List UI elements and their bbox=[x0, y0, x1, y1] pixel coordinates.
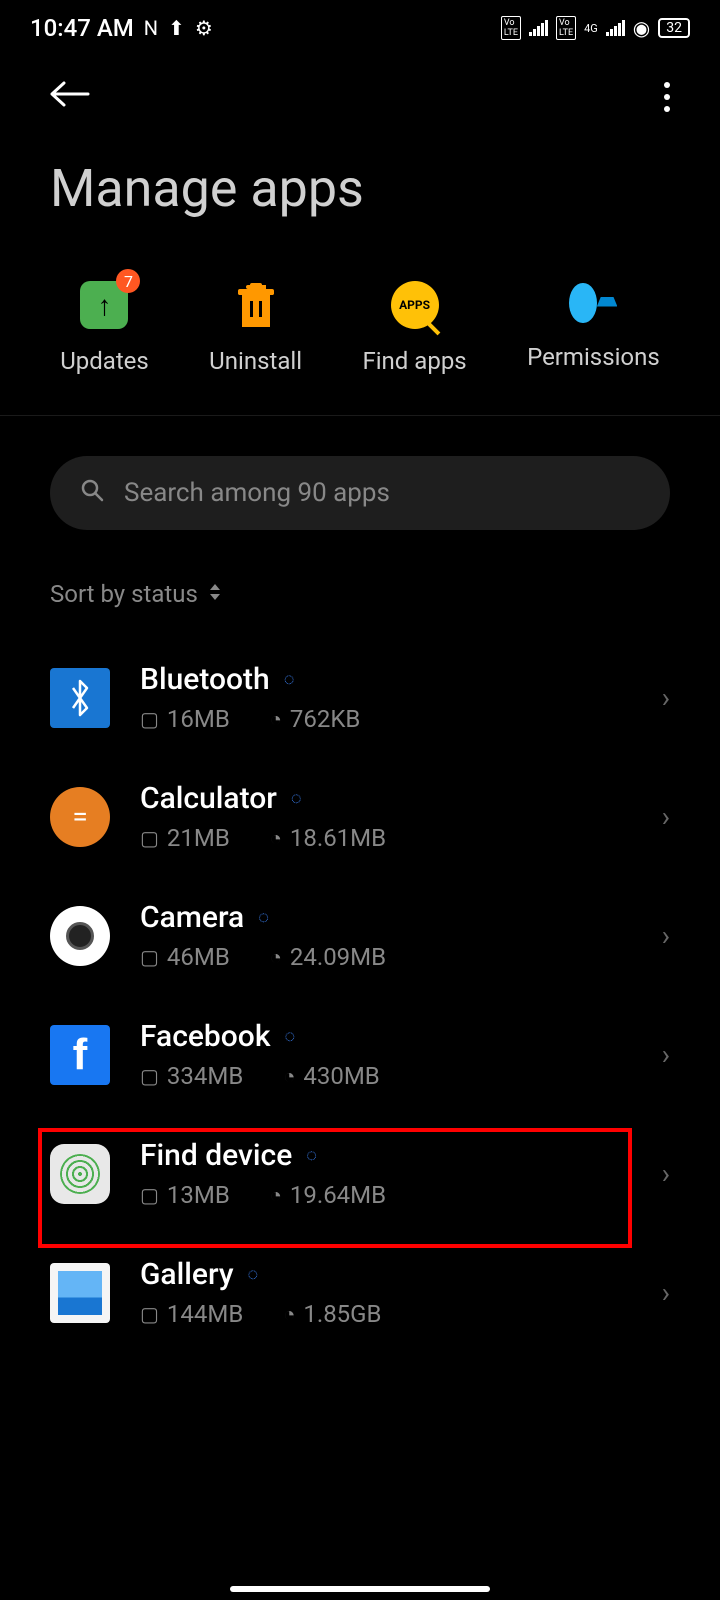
storage-icon: ▢ bbox=[140, 826, 159, 850]
chevron-right-icon: › bbox=[662, 919, 670, 952]
signal-icon-2 bbox=[606, 20, 625, 36]
loading-icon: ◌ bbox=[306, 1145, 317, 1166]
sort-arrows-icon bbox=[208, 582, 222, 606]
status-time: 10:47 AM bbox=[30, 14, 134, 42]
status-bar: 10:47 AM N ⬆ ⚙ VoLTE VoLTE 4G ◉ 32 bbox=[0, 0, 720, 56]
find-device-app-icon bbox=[50, 1144, 110, 1204]
data-icon: ◔ bbox=[283, 1302, 295, 1327]
data-icon: ◔ bbox=[283, 1064, 295, 1089]
page-title: Manage apps bbox=[0, 128, 720, 259]
app-item-facebook[interactable]: f Facebook ◌ ▢ 334MB ◔ 430MB › bbox=[0, 995, 720, 1114]
app-item-calculator[interactable]: = Calculator ◌ ▢ 21MB ◔ 18.61MB › bbox=[0, 757, 720, 876]
sort-control[interactable]: Sort by status bbox=[0, 560, 720, 638]
app-storage: 144MB bbox=[167, 1300, 243, 1328]
updates-label: Updates bbox=[60, 347, 149, 375]
app-data: 24.09MB bbox=[290, 943, 386, 971]
storage-icon: ▢ bbox=[140, 707, 159, 731]
app-name: Camera bbox=[140, 900, 244, 935]
updates-badge: 7 bbox=[116, 269, 140, 293]
chevron-right-icon: › bbox=[662, 1157, 670, 1190]
data-icon: ◔ bbox=[270, 826, 282, 851]
app-name: Calculator bbox=[140, 781, 277, 816]
netflix-icon: N bbox=[144, 16, 158, 40]
loading-icon: ◌ bbox=[284, 669, 295, 690]
app-name: Gallery bbox=[140, 1257, 234, 1292]
volte-icon-2: VoLTE bbox=[556, 16, 576, 40]
app-data: 18.61MB bbox=[290, 824, 386, 852]
chevron-right-icon: › bbox=[662, 1038, 670, 1071]
network-4g: 4G bbox=[584, 22, 598, 35]
chevron-right-icon: › bbox=[662, 1276, 670, 1309]
app-storage: 46MB bbox=[167, 943, 230, 971]
search-placeholder: Search among 90 apps bbox=[124, 478, 390, 508]
app-item-bluetooth[interactable]: Bluetooth ◌ ▢ 16MB ◔ 762KB › bbox=[0, 638, 720, 757]
app-data: 762KB bbox=[290, 705, 360, 733]
calculator-app-icon: = bbox=[50, 787, 110, 847]
wifi-icon: ◉ bbox=[633, 16, 650, 40]
permissions-action[interactable]: Permissions bbox=[527, 279, 660, 375]
sort-label: Sort by status bbox=[50, 580, 198, 608]
app-name: Find device bbox=[140, 1138, 292, 1173]
search-icon bbox=[80, 478, 104, 508]
app-item-gallery[interactable]: Gallery ◌ ▢ 144MB ◔ 1.85GB › bbox=[0, 1233, 720, 1352]
loading-icon: ◌ bbox=[248, 1264, 259, 1285]
app-storage: 21MB bbox=[167, 824, 230, 852]
settings-icon: ⚙ bbox=[195, 16, 213, 40]
bluetooth-app-icon bbox=[50, 668, 110, 728]
more-options-button[interactable] bbox=[664, 82, 670, 112]
camera-app-icon bbox=[50, 906, 110, 966]
updates-icon: ↑ 7 bbox=[78, 279, 130, 331]
updates-action[interactable]: ↑ 7 Updates bbox=[60, 279, 149, 375]
trash-icon bbox=[230, 279, 282, 331]
app-name: Bluetooth bbox=[140, 662, 270, 697]
storage-icon: ▢ bbox=[140, 1183, 159, 1207]
loading-icon: ◌ bbox=[291, 788, 302, 809]
loading-icon: ◌ bbox=[284, 1026, 295, 1047]
find-apps-icon: APPS bbox=[389, 279, 441, 331]
home-indicator[interactable] bbox=[230, 1586, 490, 1592]
data-icon: ◔ bbox=[270, 1183, 282, 1208]
app-storage: 13MB bbox=[167, 1181, 230, 1209]
app-data: 19.64MB bbox=[290, 1181, 386, 1209]
search-container: Search among 90 apps bbox=[50, 456, 670, 530]
data-icon: ◔ bbox=[270, 707, 282, 732]
storage-icon: ▢ bbox=[140, 945, 159, 969]
find-apps-action[interactable]: APPS Find apps bbox=[362, 279, 466, 375]
signal-icon-1 bbox=[529, 20, 548, 36]
action-row: ↑ 7 Updates Uninstall APPS Find apps Per… bbox=[0, 259, 720, 416]
app-storage: 334MB bbox=[167, 1062, 243, 1090]
find-apps-label: Find apps bbox=[362, 347, 466, 375]
app-list: Bluetooth ◌ ▢ 16MB ◔ 762KB › = Calculator … bbox=[0, 638, 720, 1352]
upload-icon: ⬆ bbox=[168, 16, 185, 40]
app-item-camera[interactable]: Camera ◌ ▢ 46MB ◔ 24.09MB › bbox=[0, 876, 720, 995]
uninstall-action[interactable]: Uninstall bbox=[209, 279, 302, 375]
app-data: 1.85GB bbox=[303, 1300, 381, 1328]
battery-indicator: 32 bbox=[658, 18, 690, 38]
uninstall-label: Uninstall bbox=[209, 347, 302, 375]
loading-icon: ◌ bbox=[258, 907, 269, 928]
data-icon: ◔ bbox=[270, 945, 282, 970]
back-button[interactable] bbox=[50, 76, 90, 118]
search-input[interactable]: Search among 90 apps bbox=[50, 456, 670, 530]
app-name: Facebook bbox=[140, 1019, 270, 1054]
chevron-right-icon: › bbox=[662, 681, 670, 714]
app-storage: 16MB bbox=[167, 705, 230, 733]
storage-icon: ▢ bbox=[140, 1302, 159, 1326]
permissions-icon bbox=[569, 279, 617, 327]
chevron-right-icon: › bbox=[662, 800, 670, 833]
header bbox=[0, 56, 720, 128]
volte-icon: VoLTE bbox=[501, 16, 521, 40]
permissions-label: Permissions bbox=[527, 343, 660, 371]
app-item-find-device[interactable]: Find device ◌ ▢ 13MB ◔ 19.64MB › bbox=[0, 1114, 720, 1233]
facebook-app-icon: f bbox=[50, 1025, 110, 1085]
app-data: 430MB bbox=[303, 1062, 379, 1090]
gallery-app-icon bbox=[50, 1263, 110, 1323]
storage-icon: ▢ bbox=[140, 1064, 159, 1088]
